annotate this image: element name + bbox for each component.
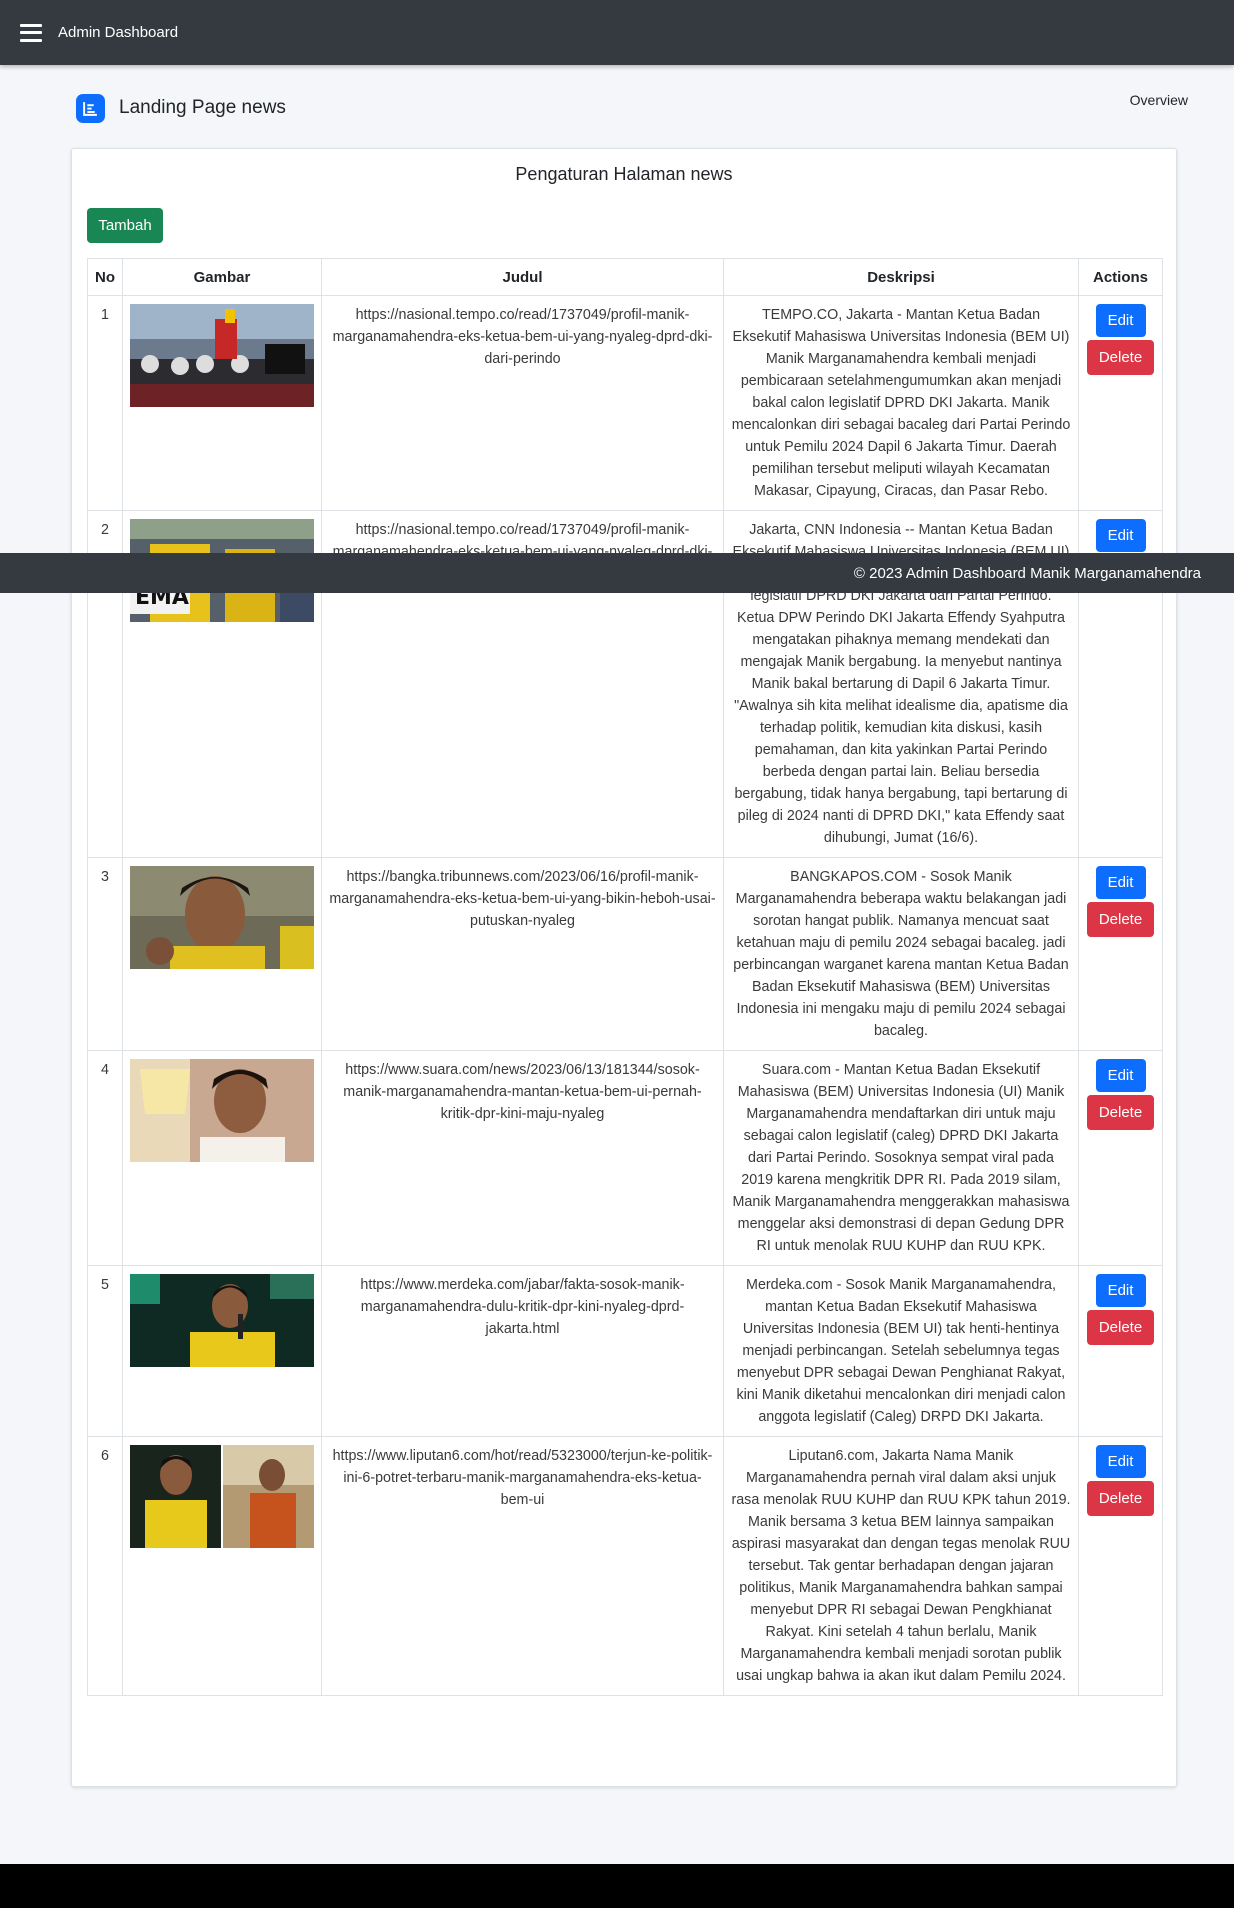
- bottom-black-bar: [0, 1864, 1234, 1908]
- chart-icon: [76, 93, 105, 123]
- page-header: Landing Page news Overview: [76, 92, 1188, 124]
- image-cell: [122, 857, 322, 1051]
- table-row: 5 https://www.merdeka.com/jabar/fakta-so…: [87, 1265, 1163, 1437]
- table-header-row: No Gambar Judul Deskripsi Actions: [87, 258, 1163, 296]
- news-table: No Gambar Judul Deskripsi Actions 1 http…: [87, 258, 1163, 1696]
- row-number: 3: [87, 857, 123, 1051]
- column-header-no: No: [87, 258, 123, 296]
- footer-bar: © 2023 Admin Dashboard Manik Marganamahe…: [0, 553, 1234, 593]
- edit-button[interactable]: Edit: [1095, 519, 1146, 552]
- actions-cell: Edit Delete: [1078, 1265, 1163, 1437]
- title-url-cell: https://www.merdeka.com/jabar/fakta-soso…: [321, 1265, 724, 1437]
- page-title: Landing Page news: [119, 97, 286, 118]
- overview-link[interactable]: Overview: [1130, 92, 1188, 108]
- row-number: 5: [87, 1265, 123, 1437]
- column-header-judul: Judul: [321, 258, 724, 296]
- news-thumbnail: [130, 1445, 314, 1548]
- table-row: 1 https://nasional.tempo.co/read/1737049…: [87, 295, 1163, 511]
- image-cell: [122, 295, 322, 511]
- news-thumbnail: [130, 1274, 314, 1377]
- row-number: 4: [87, 1050, 123, 1266]
- description-cell: TEMPO.CO, Jakarta - Mantan Ketua Badan E…: [723, 295, 1079, 511]
- edit-button[interactable]: Edit: [1095, 866, 1146, 899]
- navbar-brand[interactable]: Admin Dashboard: [58, 24, 178, 41]
- hamburger-menu-icon[interactable]: [20, 23, 42, 42]
- delete-button[interactable]: Delete: [1087, 1310, 1154, 1345]
- image-cell: [122, 1265, 322, 1437]
- actions-cell: Edit Delete: [1078, 857, 1163, 1051]
- table-row: 4 https://www.suara.com/news/2023/06/13/…: [87, 1050, 1163, 1266]
- title-url-cell: https://www.liputan6.com/hot/read/532300…: [321, 1436, 724, 1696]
- actions-cell: Edit Delete: [1078, 295, 1163, 511]
- edit-button[interactable]: Edit: [1095, 1445, 1146, 1478]
- description-cell: Suara.com - Mantan Ketua Badan Eksekutif…: [723, 1050, 1079, 1266]
- title-url-cell: https://bangka.tribunnews.com/2023/06/16…: [321, 857, 724, 1051]
- news-thumbnail: [130, 1059, 314, 1162]
- news-thumbnail: [130, 304, 314, 407]
- column-header-deskripsi: Deskripsi: [723, 258, 1079, 296]
- edit-button[interactable]: Edit: [1095, 1274, 1146, 1307]
- row-number: 1: [87, 295, 123, 511]
- column-header-actions: Actions: [1078, 258, 1163, 296]
- row-number: 6: [87, 1436, 123, 1696]
- description-cell: Merdeka.com - Sosok Manik Marganamahendr…: [723, 1265, 1079, 1437]
- title-url-cell: https://nasional.tempo.co/read/1737049/p…: [321, 295, 724, 511]
- column-header-gambar: Gambar: [122, 258, 322, 296]
- actions-cell: Edit Delete: [1078, 1436, 1163, 1696]
- delete-button[interactable]: Delete: [1087, 340, 1154, 375]
- delete-button[interactable]: Delete: [1087, 1481, 1154, 1516]
- image-cell: [122, 1050, 322, 1266]
- table-row: 6 https://www.liputan6.com/hot/read/5323…: [87, 1436, 1163, 1696]
- card-title: Pengaturan Halaman news: [515, 164, 733, 184]
- delete-button[interactable]: Delete: [1087, 902, 1154, 937]
- news-settings-card: Pengaturan Halaman news Tambah No Gambar…: [71, 148, 1177, 1787]
- edit-button[interactable]: Edit: [1095, 304, 1146, 337]
- top-navbar: Admin Dashboard: [0, 0, 1234, 65]
- actions-cell: Edit Delete: [1078, 1050, 1163, 1266]
- add-button[interactable]: Tambah: [87, 208, 163, 243]
- table-row: 3 https://bangka.tribunnews.com/2023/06/…: [87, 857, 1163, 1051]
- news-thumbnail: [130, 866, 314, 969]
- title-url-cell: https://www.suara.com/news/2023/06/13/18…: [321, 1050, 724, 1266]
- description-cell: Liputan6.com, Jakarta Nama Manik Margana…: [723, 1436, 1079, 1696]
- footer-text: © 2023 Admin Dashboard Manik Marganamahe…: [853, 564, 1201, 582]
- image-cell: [122, 1436, 322, 1696]
- edit-button[interactable]: Edit: [1095, 1059, 1146, 1092]
- delete-button[interactable]: Delete: [1087, 1095, 1154, 1130]
- description-cell: BANGKAPOS.COM - Sosok Manik Marganamahen…: [723, 857, 1079, 1051]
